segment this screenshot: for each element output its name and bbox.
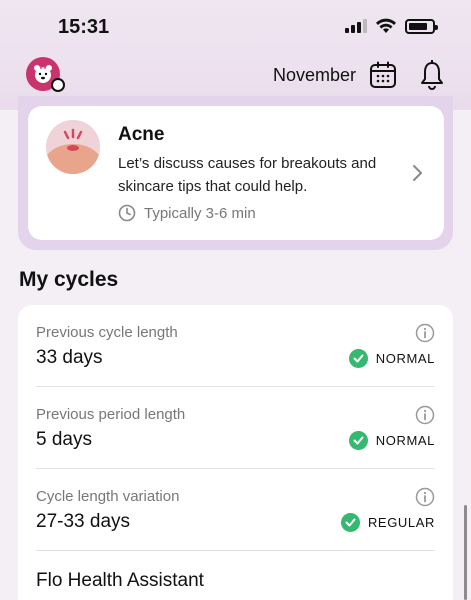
status-badge: NORMAL [348, 349, 435, 368]
check-icon [348, 431, 368, 450]
cycle-row-length-variation[interactable]: Cycle length variation 27-33 days REGULA… [18, 469, 453, 551]
cycle-row-cycle-length[interactable]: Previous cycle length 33 days NORMAL [18, 305, 453, 387]
info-icon[interactable] [415, 405, 435, 425]
cycle-row-label: Cycle length variation [36, 488, 180, 505]
article-title: Acne [118, 124, 165, 145]
calendar-icon[interactable] [369, 61, 397, 89]
status-text: NORMAL [375, 351, 435, 366]
divider [36, 550, 435, 551]
status-icons [345, 18, 438, 34]
app-header: November [0, 52, 471, 100]
status-time: 15:31 [58, 16, 110, 38]
article-meta: Typically 3-6 min [118, 204, 256, 222]
assistant-title[interactable]: Flo Health Assistant [36, 570, 204, 592]
signal-icon [345, 19, 367, 33]
chevron-right-icon[interactable] [412, 164, 424, 182]
wifi-icon [376, 18, 396, 33]
cycle-row-value: 27-33 days [36, 511, 131, 532]
check-icon [340, 513, 360, 532]
cycle-row-label: Previous period length [36, 406, 186, 423]
check-icon [348, 349, 368, 368]
cycles-card: Previous cycle length 33 days NORMAL Pre… [18, 305, 453, 600]
info-icon[interactable] [415, 323, 435, 343]
scrollbar[interactable] [464, 505, 467, 600]
article-duration: Typically 3-6 min [144, 204, 256, 222]
cycle-row-value: 5 days [36, 429, 92, 450]
my-cycles-title: My cycles [19, 268, 119, 291]
cycle-row-value: 33 days [36, 347, 103, 368]
status-text: NORMAL [375, 433, 435, 448]
article-card[interactable]: Acne Let’s discuss causes for breakouts … [28, 106, 444, 240]
battery-icon [405, 18, 438, 34]
status-text: REGULAR [367, 515, 435, 530]
bell-icon[interactable] [419, 60, 445, 90]
watch-badge-icon [51, 78, 65, 92]
clock-icon [118, 204, 136, 222]
month-label[interactable]: November [273, 65, 356, 86]
status-badge: NORMAL [348, 431, 435, 450]
cycle-row-label: Previous cycle length [36, 324, 178, 341]
article-thumbnail [46, 120, 100, 174]
status-bar: 15:31 [0, 0, 471, 52]
info-icon[interactable] [415, 487, 435, 507]
status-badge: REGULAR [340, 513, 435, 532]
article-description: Let’s discuss causes for breakouts and s… [118, 155, 377, 195]
cycle-row-period-length[interactable]: Previous period length 5 days NORMAL [18, 387, 453, 469]
